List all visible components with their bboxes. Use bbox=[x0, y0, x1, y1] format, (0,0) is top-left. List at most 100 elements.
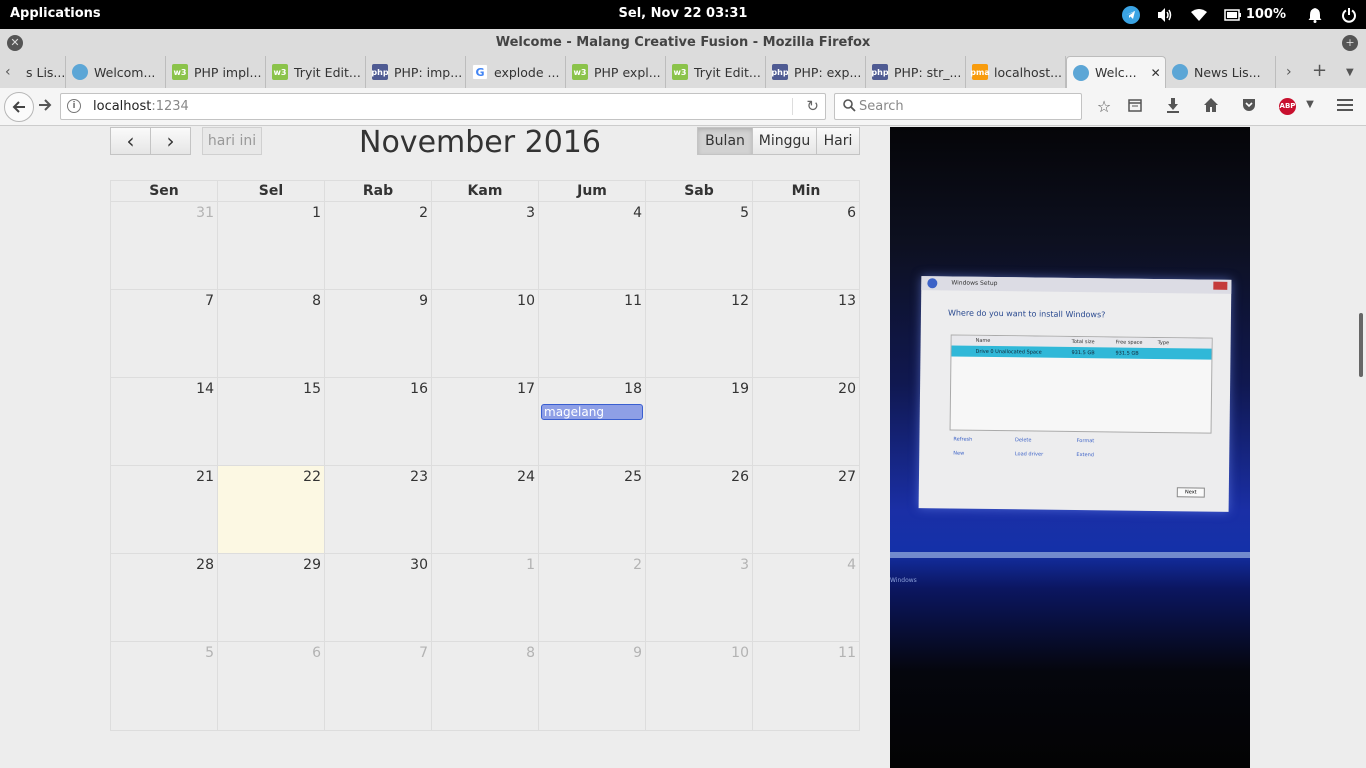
view-month-button[interactable]: Bulan bbox=[697, 127, 753, 155]
php-favicon-icon: php bbox=[771, 64, 789, 80]
tab[interactable]: w3 Tryit Edit... bbox=[266, 56, 366, 88]
view-day-button[interactable]: Hari bbox=[816, 127, 860, 155]
scroll-tabs-right-icon[interactable]: › bbox=[1286, 64, 1292, 80]
day-cell[interactable]: 28 bbox=[111, 554, 218, 641]
tab[interactable]: php PHP: str_... bbox=[866, 56, 966, 88]
day-cell[interactable]: 16 bbox=[325, 378, 432, 465]
hamburger-menu-icon[interactable] bbox=[1334, 97, 1356, 119]
adblock-plus-icon[interactable]: ABP bbox=[1279, 98, 1296, 115]
day-number: 5 bbox=[740, 205, 749, 221]
tab[interactable]: s Lis... bbox=[20, 56, 66, 88]
addon-menu-chevron-icon[interactable]: ▼ bbox=[1299, 99, 1321, 121]
day-cell[interactable]: 15 bbox=[218, 378, 325, 465]
day-cell[interactable]: 3 bbox=[432, 202, 539, 289]
day-cell[interactable]: 3 bbox=[646, 554, 753, 641]
day-cell[interactable]: 2 bbox=[325, 202, 432, 289]
day-cell[interactable]: 17 bbox=[432, 378, 539, 465]
day-cell[interactable]: 19 bbox=[646, 378, 753, 465]
setup-back-icon bbox=[927, 278, 938, 289]
day-cell[interactable]: 27 bbox=[753, 466, 859, 553]
day-cell[interactable]: 10 bbox=[646, 642, 753, 730]
day-cell[interactable]: 8 bbox=[432, 642, 539, 730]
day-cell[interactable]: 4 bbox=[753, 554, 859, 641]
window-menu-icon[interactable]: + bbox=[1342, 35, 1358, 51]
telegram-icon[interactable] bbox=[1114, 0, 1148, 29]
pocket-icon[interactable] bbox=[1238, 97, 1260, 119]
day-cell[interactable]: 9 bbox=[539, 642, 646, 730]
day-cell[interactable]: 14 bbox=[111, 378, 218, 465]
day-cell[interactable]: 23 bbox=[325, 466, 432, 553]
scroll-tabs-left-icon[interactable]: ‹ bbox=[5, 64, 11, 80]
day-cell[interactable]: 5 bbox=[111, 642, 218, 730]
tab-active[interactable]: Welc... ✕ bbox=[1066, 56, 1166, 88]
url-text[interactable]: localhost:1234 bbox=[93, 99, 189, 114]
tab[interactable]: Gexplode ... bbox=[466, 56, 566, 88]
today-button[interactable]: hari ini bbox=[202, 127, 262, 155]
monitor-caption: Windows bbox=[890, 577, 917, 584]
bookmark-star-icon[interactable]: ☆ bbox=[1093, 97, 1115, 119]
day-cell[interactable]: 30 bbox=[325, 554, 432, 641]
tab[interactable]: pma localhost... bbox=[966, 56, 1066, 88]
day-number: 15 bbox=[303, 381, 321, 397]
tab[interactable]: Welcom... bbox=[66, 56, 166, 88]
day-cell[interactable]: 11 bbox=[753, 642, 859, 730]
day-cell[interactable]: 21 bbox=[111, 466, 218, 553]
day-cell[interactable]: 5 bbox=[646, 202, 753, 289]
downloads-icon[interactable] bbox=[1162, 97, 1184, 119]
wifi-icon[interactable] bbox=[1182, 0, 1216, 29]
prev-month-button[interactable]: ‹ bbox=[110, 127, 151, 155]
day-cell[interactable]: 4 bbox=[539, 202, 646, 289]
battery-icon[interactable] bbox=[1216, 0, 1250, 29]
back-button[interactable] bbox=[4, 92, 34, 122]
tab[interactable]: w3 PHP impl... bbox=[166, 56, 266, 88]
day-cell[interactable]: 26 bbox=[646, 466, 753, 553]
day-cell[interactable]: 8 bbox=[218, 290, 325, 377]
page-scrollbar[interactable] bbox=[1359, 313, 1363, 377]
calendar-event[interactable]: magelang bbox=[541, 404, 643, 420]
power-icon[interactable] bbox=[1332, 0, 1366, 29]
reading-list-icon[interactable] bbox=[1124, 97, 1146, 119]
setup-drive-table: Name Total size Free space Type Drive 0 … bbox=[949, 334, 1213, 434]
day-cell[interactable]: 25 bbox=[539, 466, 646, 553]
day-cell-today[interactable]: 22 bbox=[218, 466, 325, 553]
url-bar[interactable]: i localhost:1234 ↻ bbox=[60, 93, 826, 120]
all-tabs-chevron-icon[interactable]: ▼ bbox=[1346, 67, 1354, 78]
applications-menu[interactable]: Applications bbox=[10, 6, 101, 21]
search-input[interactable]: Search bbox=[834, 93, 1082, 120]
view-week-button[interactable]: Minggu bbox=[752, 127, 817, 155]
day-cell[interactable]: 1 bbox=[218, 202, 325, 289]
day-cell[interactable]: 9 bbox=[325, 290, 432, 377]
window-title: Welcome - Malang Creative Fusion - Mozil… bbox=[495, 35, 871, 50]
next-month-button[interactable]: › bbox=[150, 127, 191, 155]
day-cell[interactable]: 20 bbox=[753, 378, 859, 465]
notifications-icon[interactable] bbox=[1298, 0, 1332, 29]
tab-close-icon[interactable]: ✕ bbox=[1151, 66, 1161, 80]
day-cell[interactable]: 11 bbox=[539, 290, 646, 377]
tab[interactable]: w3 PHP expl... bbox=[566, 56, 666, 88]
setup-actions: Refresh Delete Format New Load driver Ex… bbox=[953, 437, 1193, 468]
day-cell[interactable]: 1 bbox=[432, 554, 539, 641]
new-tab-icon[interactable]: + bbox=[1312, 60, 1327, 81]
volume-icon[interactable] bbox=[1148, 0, 1182, 29]
day-cell[interactable]: 10 bbox=[432, 290, 539, 377]
day-cell[interactable]: 6 bbox=[218, 642, 325, 730]
day-cell[interactable]: 24 bbox=[432, 466, 539, 553]
tab[interactable]: php PHP: imp... bbox=[366, 56, 466, 88]
tab[interactable]: News Lis... bbox=[1166, 56, 1276, 88]
reload-icon[interactable]: ↻ bbox=[806, 97, 819, 115]
site-info-icon[interactable]: i bbox=[67, 99, 81, 113]
day-cell[interactable]: 12 bbox=[646, 290, 753, 377]
day-cell[interactable]: 18 magelang bbox=[539, 378, 646, 465]
forward-button[interactable] bbox=[38, 97, 52, 116]
day-cell[interactable]: 2 bbox=[539, 554, 646, 641]
tab[interactable]: w3 Tryit Edit... bbox=[666, 56, 766, 88]
day-cell[interactable]: 31 bbox=[111, 202, 218, 289]
day-cell[interactable]: 6 bbox=[753, 202, 859, 289]
tab[interactable]: php PHP: exp... bbox=[766, 56, 866, 88]
day-cell[interactable]: 29 bbox=[218, 554, 325, 641]
home-icon[interactable] bbox=[1200, 97, 1222, 119]
day-cell[interactable]: 13 bbox=[753, 290, 859, 377]
w3schools-favicon-icon: w3 bbox=[572, 64, 588, 80]
day-cell[interactable]: 7 bbox=[325, 642, 432, 730]
day-cell[interactable]: 7 bbox=[111, 290, 218, 377]
